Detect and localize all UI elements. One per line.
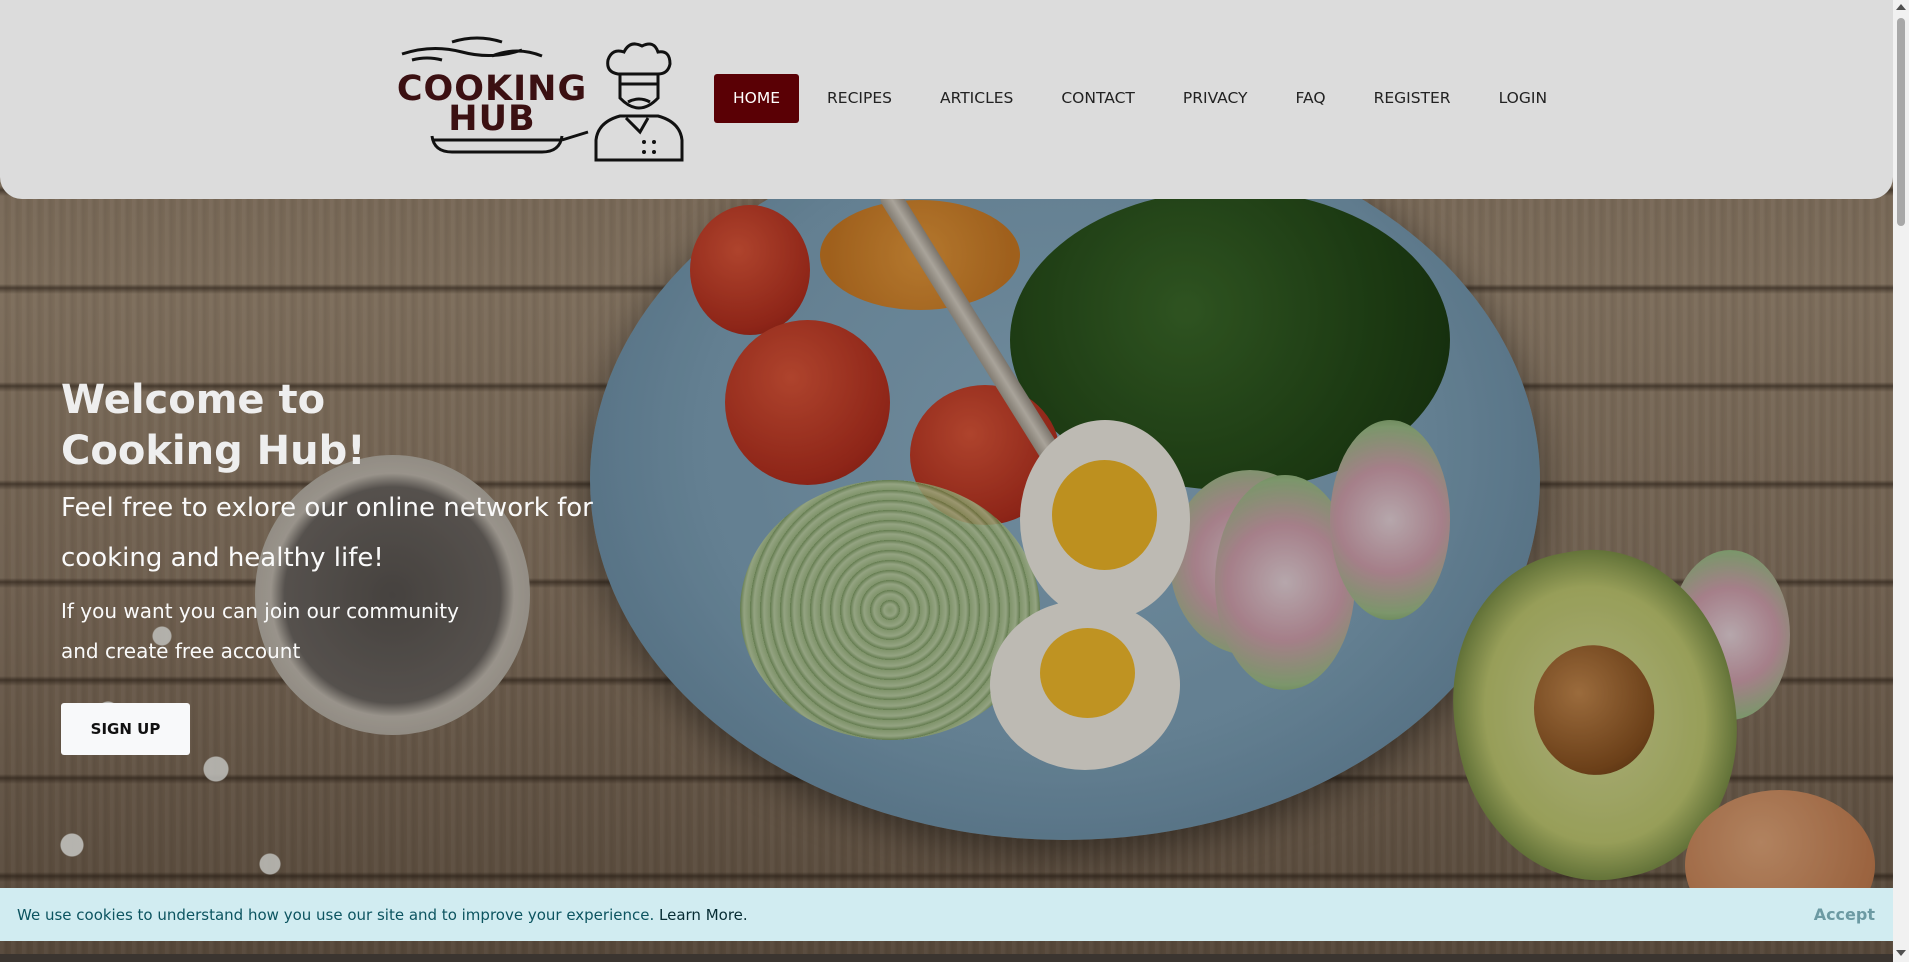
- logo-wordmark: COOKING HUB: [392, 72, 592, 137]
- page-bottom-edge: [0, 954, 1893, 962]
- hero-content: Welcome to Cooking Hub! Feel free to exl…: [61, 375, 621, 671]
- main-nav: HOME RECIPES ARTICLES CONTACT PRIVACY FA…: [714, 74, 1571, 123]
- scroll-down-arrow-icon[interactable]: [1896, 950, 1906, 956]
- nav-articles[interactable]: ARTICLES: [916, 74, 1037, 123]
- sign-up-button[interactable]: SIGN UP: [61, 703, 190, 755]
- site-header: COOKING HUB HOME RECIPES ARTICLES CONTAC…: [0, 0, 1893, 199]
- nav-register[interactable]: REGISTER: [1350, 74, 1475, 123]
- cookie-message-wrapper: We use cookies to understand how you use…: [17, 906, 748, 924]
- cookie-banner: We use cookies to understand how you use…: [0, 888, 1893, 941]
- cookie-learn-more-link[interactable]: Learn More.: [659, 906, 748, 924]
- nav-home[interactable]: HOME: [714, 74, 800, 123]
- cooking-hub-logo[interactable]: COOKING HUB: [392, 36, 688, 164]
- nav-faq[interactable]: FAQ: [1272, 74, 1350, 123]
- nav-login[interactable]: LOGIN: [1475, 74, 1571, 123]
- hero-description: If you want you can join our community a…: [61, 599, 459, 663]
- cookie-accept-button[interactable]: Accept: [1814, 905, 1875, 924]
- cookie-message: We use cookies to understand how you use…: [17, 905, 655, 924]
- nav-privacy[interactable]: PRIVACY: [1159, 74, 1272, 123]
- hero-subtitle: Feel free to exlore our online network f…: [61, 493, 593, 573]
- nav-recipes[interactable]: RECIPES: [803, 74, 916, 123]
- hero-title: Welcome to Cooking Hub!: [61, 377, 366, 474]
- vertical-scrollbar[interactable]: [1893, 0, 1909, 962]
- scroll-up-arrow-icon[interactable]: [1896, 4, 1906, 10]
- nav-contact[interactable]: CONTACT: [1037, 74, 1159, 123]
- scrollbar-thumb[interactable]: [1897, 18, 1905, 226]
